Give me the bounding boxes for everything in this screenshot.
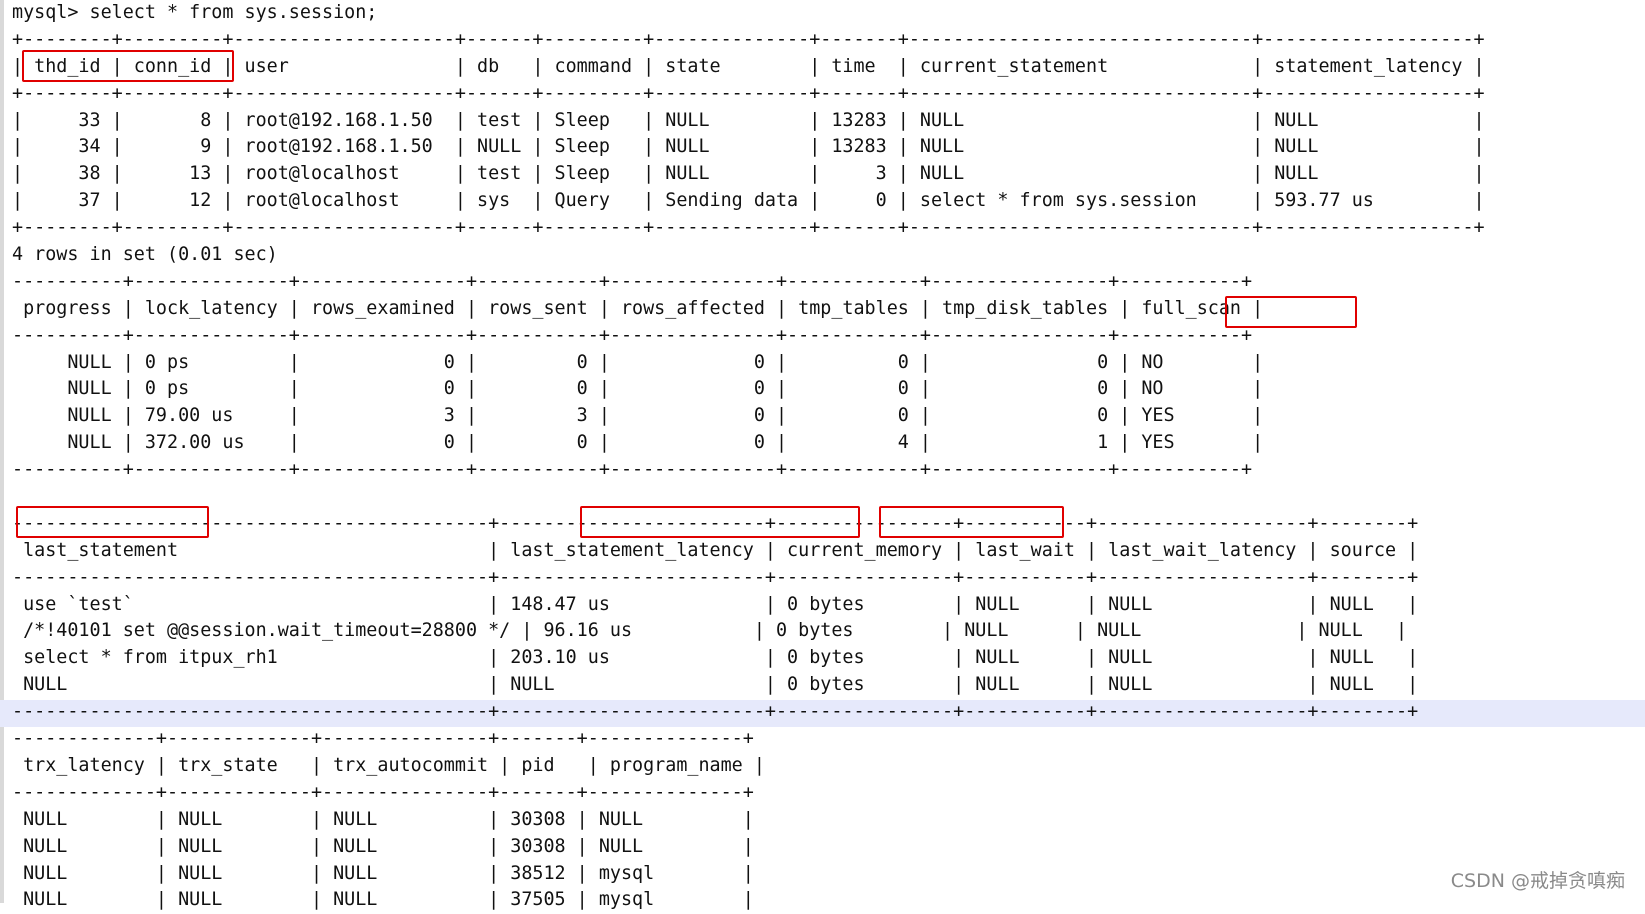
table-row: select * from itpux_rh1 | 203.10 us | 0 …	[12, 647, 1419, 669]
annotation-box-current-memory	[879, 506, 1064, 538]
table-row: /*!40101 set @@session.wait_timeout=2880…	[12, 620, 1408, 642]
annotation-box-last-statement-latency	[580, 506, 860, 538]
terminal-line: mysql> select * from sys.session;	[12, 2, 378, 23]
annotation-box-full-scan	[1225, 296, 1357, 328]
table-row: NULL | 0 ps | 0 | 0 | 0 | 0 | 0 | NO |	[12, 378, 1264, 400]
table-border: ----------------------------------------…	[12, 566, 1419, 588]
table-row: NULL | 79.00 us | 3 | 3 | 0 | 0 | 0 | YE…	[12, 405, 1264, 427]
table-border: -------------+-------------+------------…	[12, 781, 754, 803]
result-summary: 4 rows in set (0.01 sec)	[12, 244, 278, 266]
left-edge-shade	[0, 0, 4, 903]
table-header: progress | lock_latency | rows_examined …	[12, 297, 1264, 319]
table-header: | thd_id | conn_id | user | db | command…	[12, 55, 1485, 77]
table-border: +--------+---------+--------------------…	[12, 82, 1485, 104]
annotation-box-last-statement	[16, 506, 209, 538]
table-row: NULL | NULL | NULL | 30308 | NULL |	[12, 835, 754, 857]
table-row: | 37 | 12 | root@localhost | sys | Query…	[12, 190, 1485, 212]
annotation-box-thd-conn-id	[22, 50, 234, 82]
table-header: last_statement | last_statement_latency …	[12, 539, 1419, 561]
table-row: | 34 | 9 | root@192.168.1.50 | NULL | Sl…	[12, 136, 1485, 158]
table-row: NULL | NULL | NULL | 38512 | mysql |	[12, 862, 754, 884]
table-row: | 38 | 13 | root@localhost | test | Slee…	[12, 163, 1485, 185]
table-border: -------------+-------------+------------…	[12, 728, 754, 750]
table-border: ----------+--------------+--------------…	[12, 459, 1253, 481]
table-border: ----------+--------------+--------------…	[12, 324, 1253, 346]
table-row: NULL | NULL | NULL | 37505 | mysql |	[12, 889, 754, 911]
table-header: trx_latency | trx_state | trx_autocommit…	[12, 754, 765, 776]
table-row: NULL | NULL | NULL | 30308 | NULL |	[12, 808, 754, 830]
table-border: ----------+--------------+--------------…	[12, 270, 1253, 292]
table-row: | 33 | 8 | root@192.168.1.50 | test | Sl…	[12, 109, 1485, 131]
table-border: ----------------------------------------…	[12, 701, 1419, 723]
table-row: NULL | 0 ps | 0 | 0 | 0 | 0 | 0 | NO |	[12, 351, 1264, 373]
table-border: +--------+---------+--------------------…	[12, 217, 1485, 239]
terminal-output[interactable]: mysql> select * from sys.session; +-----…	[12, 0, 1632, 914]
table-row: NULL | 372.00 us | 0 | 0 | 0 | 4 | 1 | Y…	[12, 432, 1264, 454]
table-row: NULL | NULL | 0 bytes | NULL | NULL | NU…	[12, 674, 1419, 696]
table-border: +--------+---------+--------------------…	[12, 28, 1485, 50]
watermark-text: CSDN @戒掉贪嗔痴	[1450, 870, 1625, 892]
table-row: use `test` | 148.47 us | 0 bytes | NULL …	[12, 593, 1419, 615]
